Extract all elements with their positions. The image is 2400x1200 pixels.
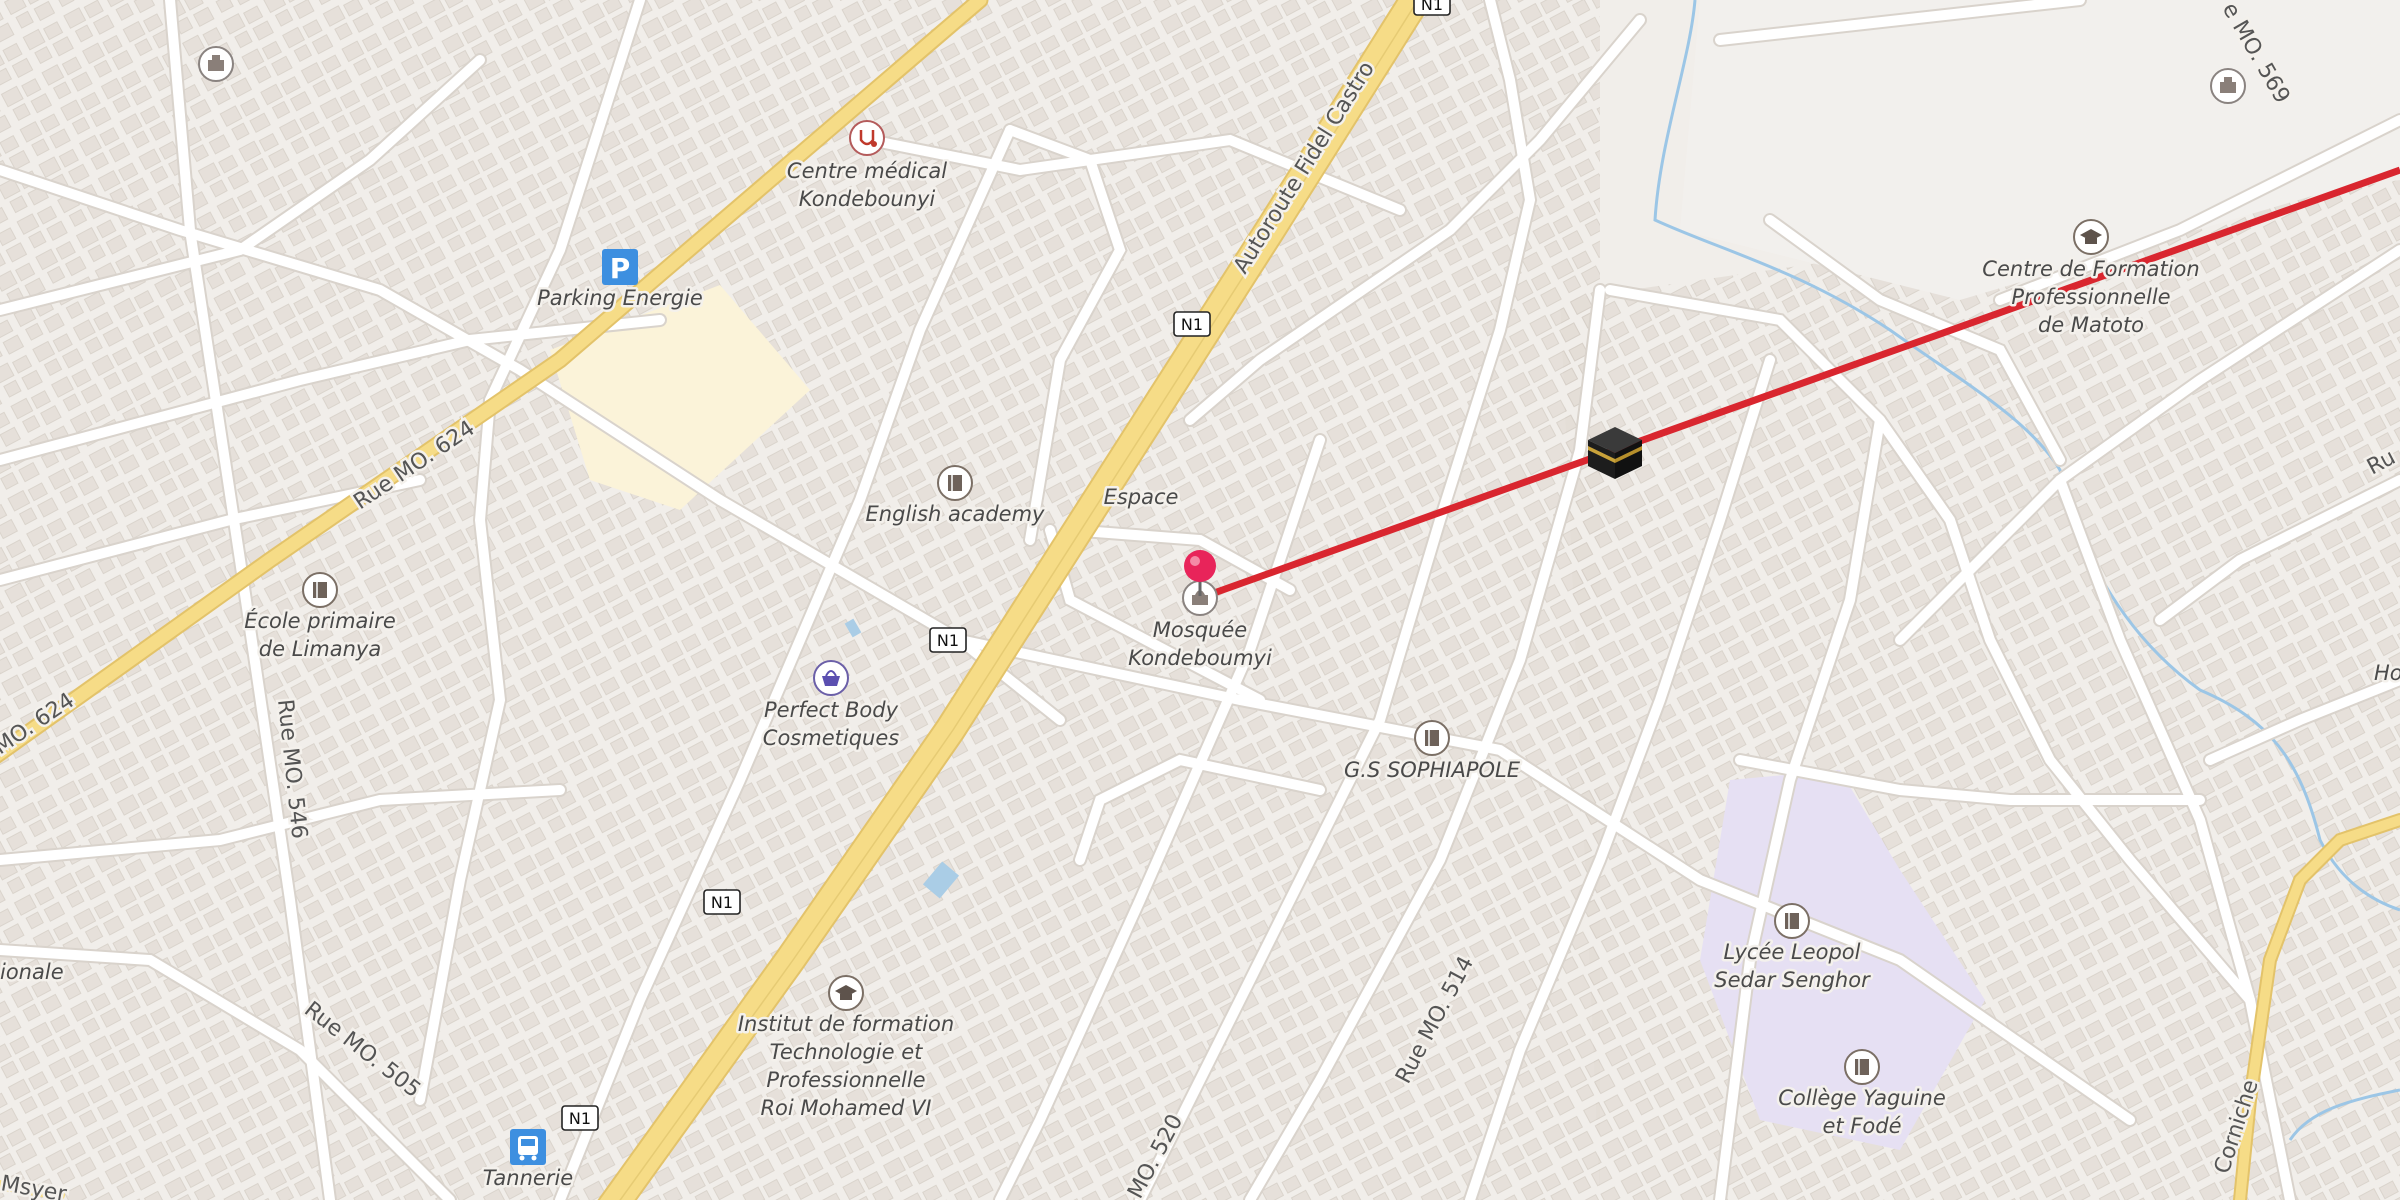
- place-label-espace: Espace: [1104, 485, 1179, 509]
- poi-label-ecole-2: de Limanya: [259, 637, 381, 661]
- office-icon[interactable]: [2210, 68, 2246, 104]
- school-icon[interactable]: [302, 572, 338, 608]
- route-shield-n1: N1: [561, 1105, 599, 1131]
- poi-label-institut-2: Technologie et: [770, 1040, 924, 1064]
- svg-text:N1: N1: [937, 631, 959, 650]
- route-shield-n1: N1: [929, 627, 967, 653]
- place-label-west-edge: ionale: [0, 960, 64, 984]
- poi-label-centre-formation-2: Professionnelle: [2011, 285, 2170, 309]
- school-icon[interactable]: [1774, 903, 1810, 939]
- school-icon[interactable]: [937, 465, 973, 501]
- poi-label-tannerie: Tannerie: [483, 1166, 573, 1190]
- poi-label-centre-medical-2: Kondebounyi: [799, 187, 936, 211]
- poi-label-perfect-body-2: Cosmetiques: [763, 726, 899, 750]
- school-icon[interactable]: [1414, 720, 1450, 756]
- poi-label-lycee: Lycée Leopol: [1724, 940, 1861, 964]
- svg-text:N1: N1: [711, 893, 733, 912]
- poi-label-centre-medical: Centre médical: [787, 159, 947, 183]
- poi-label-centre-formation: Centre de Formation: [1982, 257, 2199, 281]
- place-label-east-ho: Ho: [2374, 661, 2400, 685]
- graduation-cap-icon[interactable]: [2073, 219, 2109, 255]
- poi-label-ecole: École primaire: [244, 608, 396, 633]
- school-icon[interactable]: [1844, 1049, 1880, 1085]
- svg-text:N1: N1: [569, 1109, 591, 1128]
- office-icon[interactable]: [198, 46, 234, 82]
- route-shield-n1: N1: [1173, 311, 1211, 337]
- poi-label-mosquee-2: Kondeboumyi: [1128, 646, 1272, 670]
- svg-text:N1: N1: [1181, 315, 1203, 334]
- stethoscope-icon[interactable]: [849, 120, 885, 156]
- svg-text:N1: N1: [1421, 0, 1443, 14]
- poi-label-institut: Institut de formation: [738, 1012, 954, 1036]
- poi-label-college-2: et Fodé: [1822, 1114, 1901, 1138]
- svg-text:P: P: [610, 252, 631, 285]
- shopping-basket-icon[interactable]: [813, 660, 849, 696]
- poi-label-perfect-body: Perfect Body: [764, 698, 899, 722]
- parking-icon[interactable]: P: [602, 249, 638, 285]
- poi-label-institut-4: Roi Mohamed VI: [760, 1096, 931, 1120]
- poi-label-institut-3: Professionnelle: [766, 1068, 925, 1092]
- route-shield-n1: N1: [703, 889, 741, 915]
- bus-icon[interactable]: [510, 1129, 546, 1165]
- poi-label-english-academy: English academy: [866, 502, 1045, 526]
- graduation-cap-icon[interactable]: [828, 975, 864, 1011]
- poi-label-college: Collège Yaguine: [1778, 1086, 1946, 1110]
- map-canvas[interactable]: Rue MO. 624 MO. 624 Autoroute Fidel Cast…: [0, 0, 2400, 1200]
- poi-label-mosquee: Mosquée: [1153, 618, 1247, 642]
- poi-label-lycee-2: Sedar Senghor: [1714, 968, 1871, 992]
- poi-label-parking: Parking Energie: [537, 286, 703, 310]
- route-shield-n1: N1: [1413, 0, 1451, 16]
- poi-label-centre-formation-3: de Matoto: [2038, 313, 2144, 337]
- poi-label-sophiapole: G.S SOPHIAPOLE: [1344, 758, 1521, 782]
